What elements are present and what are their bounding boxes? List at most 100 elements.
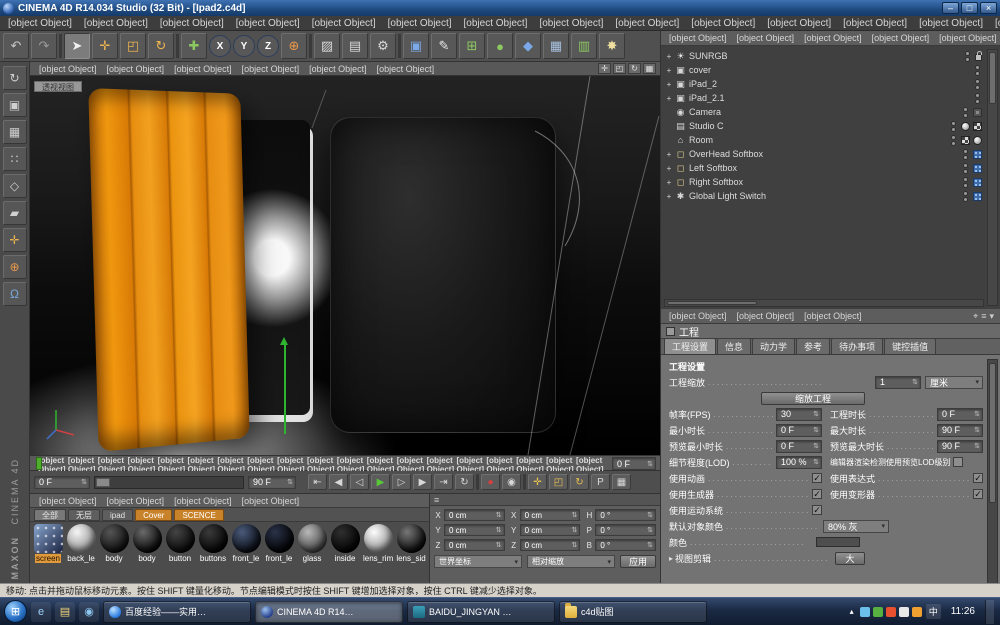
browser-quicklaunch-icon[interactable]: e [31,602,51,622]
material-item[interactable]: lens_rim [362,524,394,563]
menu-item[interactable]: [object Object] [533,18,609,29]
attribute-scrollbar[interactable] [987,359,998,593]
visibility-dots[interactable] [948,135,958,146]
key-position-button[interactable]: ✛ [528,474,547,490]
collapse-caret-icon[interactable]: ▸ [669,554,673,563]
tray-icon-red[interactable] [886,607,896,617]
maximize-button[interactable]: □ [961,2,978,14]
material-layer-tab[interactable]: SCENCE [174,509,223,521]
menu-item[interactable]: [object Object] [761,18,837,29]
toggle-view-icon[interactable]: ▦ [643,63,656,74]
prev-key-button[interactable]: ◀ [329,474,348,490]
attribute-field[interactable]: 0 F [776,424,822,437]
edges-mode-icon[interactable]: ◇ [3,174,27,198]
last-tool-icon[interactable]: ✚ [181,33,207,59]
live-selection-icon[interactable]: ➤ [64,33,90,59]
rotation-field[interactable]: 0 ° [595,509,656,521]
taskbar-window-button[interactable]: c4d贴图 [559,601,707,623]
menu-item[interactable]: [object Object] [306,18,382,29]
material-item[interactable]: button [164,524,196,563]
position-field[interactable]: 0 cm [444,509,505,521]
viewport-menu-item[interactable]: [object Object] [237,64,305,74]
tray-icon-orange[interactable] [912,607,922,617]
menu-item[interactable]: [object Object] [609,18,685,29]
attribute-field[interactable]: 90 F [937,424,983,437]
object-tag[interactable] [973,122,982,131]
prev-frame-button[interactable]: ◁ [350,474,369,490]
am-layout-icon[interactable]: ▾ [989,311,994,322]
play-button[interactable]: ▶ [371,474,390,490]
visibility-dots[interactable] [962,51,972,62]
add-deformer-icon[interactable]: ◆ [515,33,541,59]
redo-icon[interactable]: ↷ [31,33,57,59]
z-axis-lock[interactable]: Z [257,35,279,57]
expand-icon[interactable]: + [664,164,674,173]
object-tree-hscrollbar[interactable] [664,299,984,307]
menu-item[interactable]: [object Object] [382,18,458,29]
rotate-tool-icon[interactable]: ↻ [148,33,174,59]
expand-icon[interactable]: + [664,150,674,159]
menu-item[interactable]: [object Object] [989,18,1000,29]
menu-item[interactable]: [object Object] [685,18,761,29]
size-field[interactable]: 0 cm [520,539,581,551]
attribute-field[interactable]: 90 F [937,440,983,453]
loop-button[interactable]: ↻ [455,474,474,490]
show-desktop-button[interactable] [985,600,994,624]
apply-button[interactable]: 应用 [620,555,656,568]
menu-item[interactable]: [object Object] [2,18,78,29]
viewport-menu-item[interactable]: [object Object] [169,64,237,74]
polygons-mode-icon[interactable]: ▰ [3,201,27,225]
transform-mode-select[interactable]: 世界坐标 [434,555,522,568]
object-row[interactable]: + ▣ iPad_2 [664,77,982,91]
goto-end-button[interactable]: ⇥ [434,474,453,490]
pan-view-icon[interactable]: ✛ [598,63,611,74]
coords-menu-icon[interactable]: ≡ [434,495,439,505]
object-tag[interactable] [973,150,982,159]
key-param-button[interactable]: P [591,474,610,490]
add-generator-icon[interactable]: ⊞ [459,33,485,59]
visibility-dots[interactable] [960,177,970,188]
attribute-checkbox[interactable]: ✓ [812,489,822,499]
scale-project-button[interactable]: 缩放工程 [761,392,865,405]
object-row[interactable]: + ✱ Global Light Switch [664,189,982,203]
material-menu-item[interactable]: [object Object] [237,496,305,506]
viewport-menu-item[interactable]: [object Object] [102,64,170,74]
add-environment-icon[interactable]: ▦ [543,33,569,59]
attribute-field[interactable]: 0 F [776,440,822,453]
attribute-tab[interactable]: 参考 [796,338,830,354]
object-row[interactable]: + ◻ Left Softbox [664,161,982,175]
rotate-view-icon[interactable]: ↻ [628,63,641,74]
object-tag[interactable] [973,178,982,187]
expand-icon[interactable]: + [664,94,674,103]
start-frame-field[interactable]: 0 F [34,476,90,489]
color-swatch[interactable] [816,537,860,547]
project-scale-unit-select[interactable]: 厘米 [925,376,983,389]
enable-axis-icon[interactable]: ✛ [3,228,27,252]
size-mode-select[interactable]: 相对缩放 [527,555,615,568]
render-picture-viewer-icon[interactable]: ▤ [342,33,368,59]
visibility-dots[interactable] [972,65,982,76]
frame-slider[interactable] [94,476,244,489]
object-y-axis-handle[interactable] [280,337,289,434]
menu-item[interactable]: [object Object] [78,18,154,29]
om-menu-item[interactable]: [object Object] [732,33,800,43]
tray-icon-white[interactable] [899,607,909,617]
media-quicklaunch-icon[interactable]: ◉ [79,602,99,622]
texture-mode-icon[interactable]: ▦ [3,120,27,144]
visibility-dots[interactable] [972,93,982,104]
material-item[interactable]: screen [32,524,64,563]
viewport-menu-item[interactable]: [object Object] [372,64,440,74]
material-item[interactable]: inside [329,524,361,563]
om-menu-item[interactable]: [object Object] [664,33,732,43]
viewport-menu-item[interactable]: [object Object] [34,64,102,74]
menu-item[interactable]: [object Object] [458,18,534,29]
add-mograph-icon[interactable]: ▥ [571,33,597,59]
visibility-dots[interactable] [948,121,958,132]
expand-icon[interactable]: + [664,66,674,75]
coordinates-icon[interactable]: ⊕ [3,255,27,279]
attribute-field[interactable]: 0 F [937,408,983,421]
object-tag[interactable] [961,136,970,145]
object-row[interactable]: + ▣ iPad_2.1 [664,91,982,105]
material-layer-tab[interactable]: ipad [102,509,133,521]
attribute-tab[interactable]: 信息 [717,338,751,354]
